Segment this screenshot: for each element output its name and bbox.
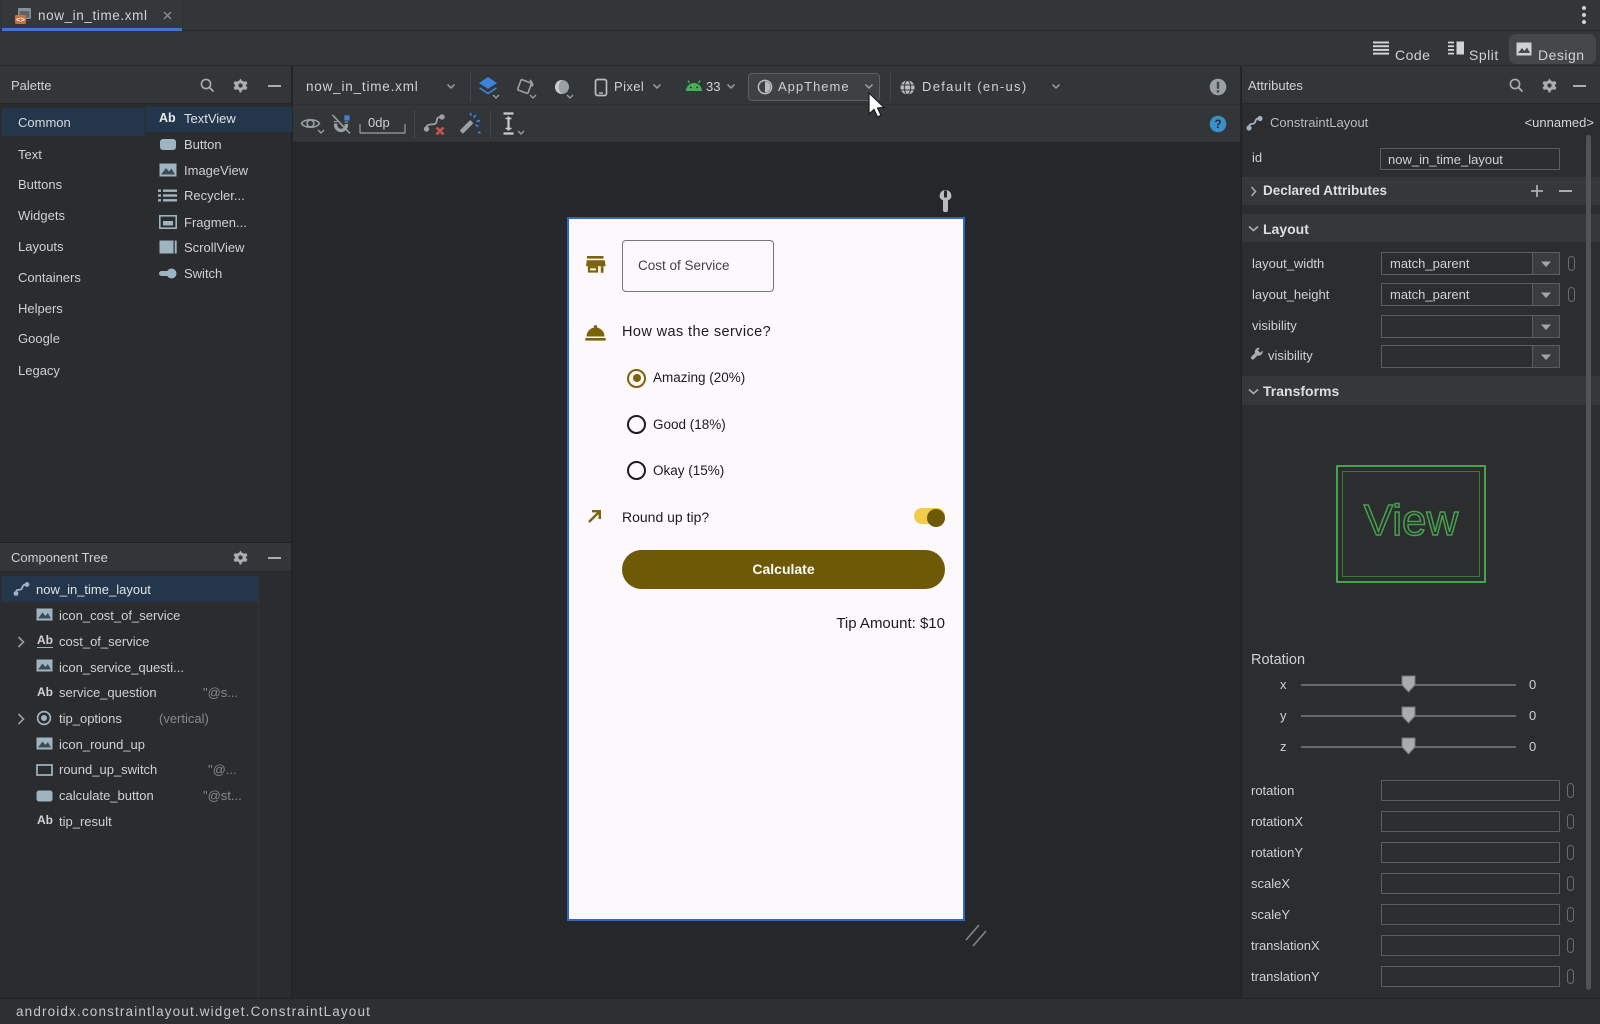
svg-text:?: ? [1214,119,1221,131]
svg-text:<>: <> [16,15,25,24]
